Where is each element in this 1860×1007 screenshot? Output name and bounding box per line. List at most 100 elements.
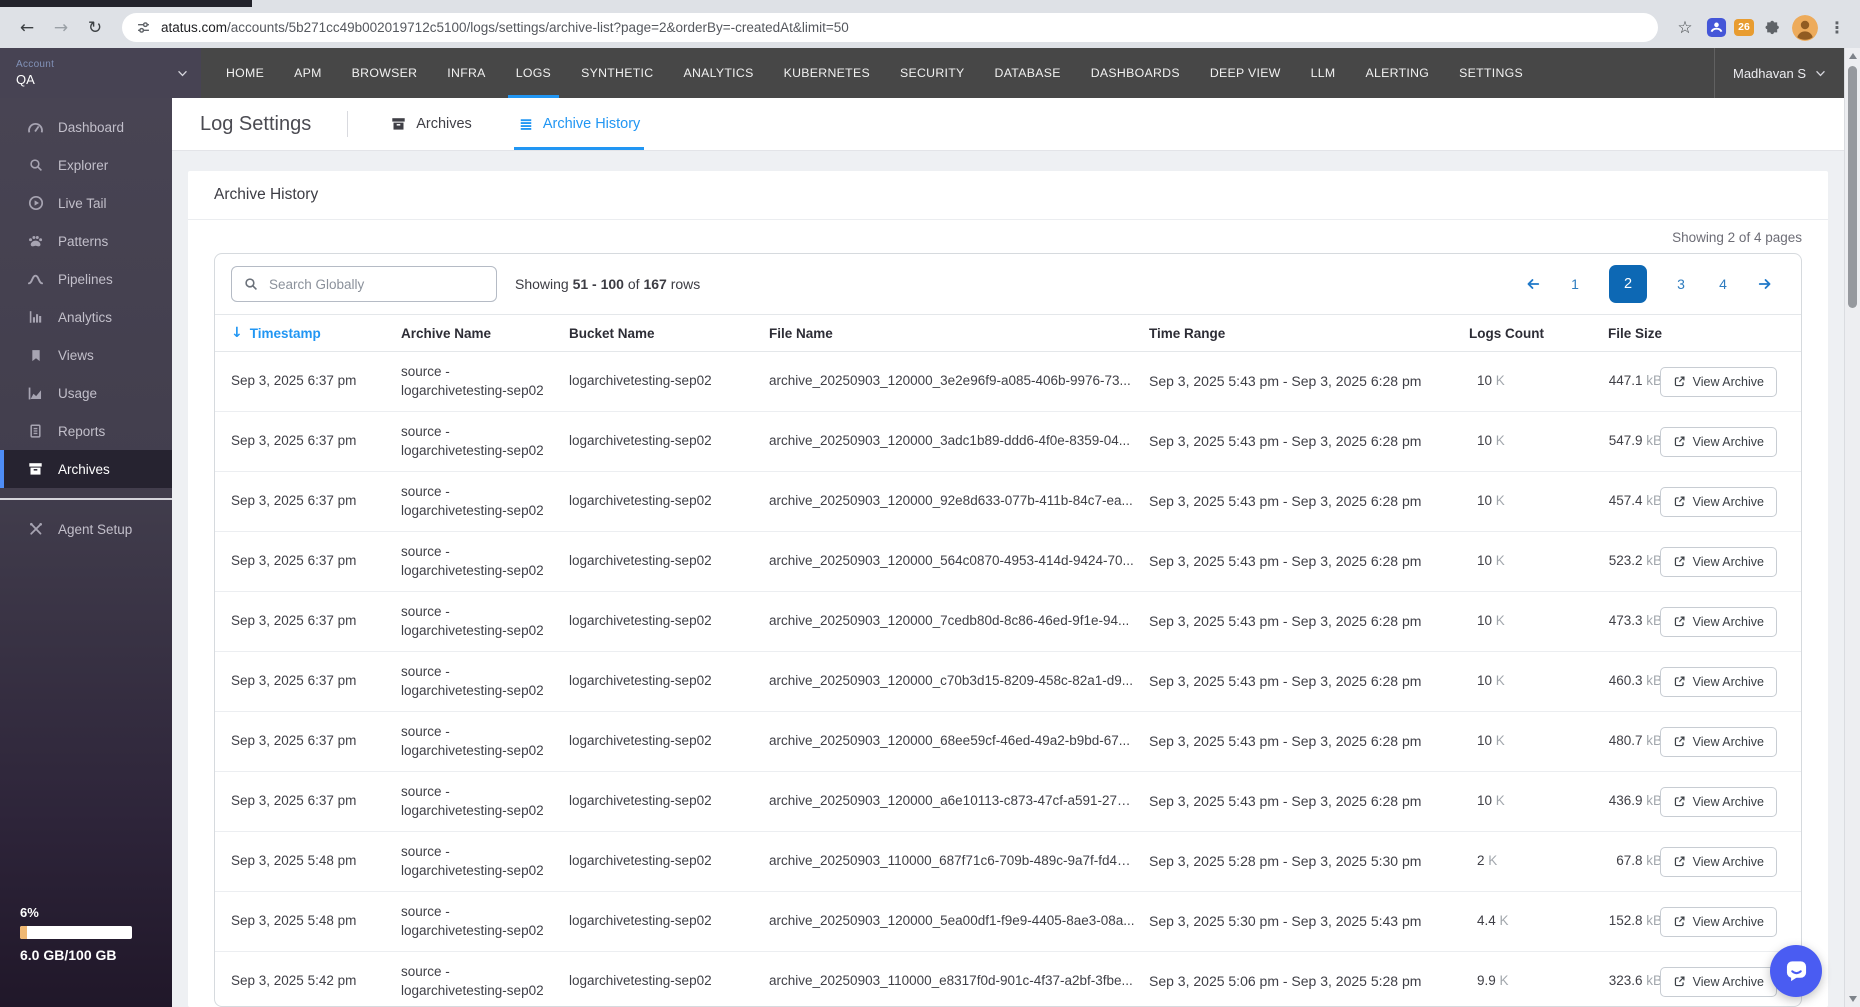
- nav-item-browser[interactable]: BROWSER: [337, 48, 433, 98]
- sidebar-item-patterns[interactable]: Patterns: [0, 222, 172, 260]
- area-chart-icon: [26, 385, 45, 402]
- scrollbar-up-arrow[interactable]: [1848, 53, 1857, 59]
- table-body: Sep 3, 2025 6:37 pm source - logarchivetes…: [215, 352, 1801, 1006]
- nav-item-kubernetes[interactable]: KUBERNETES: [769, 48, 885, 98]
- extension-icon[interactable]: [1704, 16, 1728, 40]
- tab-archives[interactable]: Archives: [390, 98, 472, 150]
- pagination-page-1[interactable]: 1: [1567, 276, 1583, 292]
- browser-menu-icon[interactable]: ⋮: [1826, 13, 1848, 43]
- sidebar-item-live-tail[interactable]: Live Tail: [0, 184, 172, 222]
- pagination-prev-icon[interactable]: [1525, 277, 1541, 291]
- nav-item-settings[interactable]: SETTINGS: [1444, 48, 1538, 98]
- scrollbar-thumb[interactable]: [1848, 66, 1857, 308]
- view-archive-button[interactable]: View Archive: [1659, 966, 1777, 997]
- view-archive-button[interactable]: View Archive: [1659, 786, 1777, 817]
- cell-actions: View Archive: [1659, 786, 1801, 817]
- pagination-page-2[interactable]: 2: [1609, 265, 1647, 303]
- cell-timestamp: Sep 3, 2025 5:42 pm: [231, 973, 357, 989]
- extensions-puzzle-icon[interactable]: [1760, 16, 1784, 40]
- pagination-page-4[interactable]: 4: [1715, 276, 1731, 292]
- column-timestamp[interactable]: ↓ Timestamp: [231, 325, 401, 341]
- sort-desc-icon: ↓: [231, 325, 243, 341]
- tab-archive-history[interactable]: Archive History: [513, 98, 644, 150]
- view-archive-button[interactable]: View Archive: [1659, 366, 1777, 397]
- browser-window: ← → ↻ atatus.com/accounts/5b271cc49b0020…: [0, 0, 1860, 1007]
- bookmark-star-icon[interactable]: ☆: [1670, 13, 1700, 43]
- sidebar-item-analytics[interactable]: Analytics: [0, 298, 172, 336]
- view-archive-button[interactable]: View Archive: [1659, 846, 1777, 877]
- view-archive-button[interactable]: View Archive: [1659, 606, 1777, 637]
- logs-count-unit: K: [1495, 973, 1509, 989]
- user-menu[interactable]: Madhavan S: [1714, 48, 1844, 98]
- file-size-value: 152.8: [1608, 913, 1643, 929]
- sidebar-item-pipelines[interactable]: Pipelines: [0, 260, 172, 298]
- column-timestamp-label: Timestamp: [249, 325, 321, 341]
- cell-actions: View Archive: [1659, 366, 1801, 397]
- logs-count-unit: K: [1492, 433, 1505, 449]
- global-search[interactable]: [231, 266, 497, 302]
- site-info-icon[interactable]: [136, 20, 151, 35]
- archive-name-line1: source -: [401, 484, 450, 500]
- archive-name-line2: logarchivetesting-sep02: [401, 382, 544, 398]
- sidebar-item-views[interactable]: Views: [0, 336, 172, 374]
- logs-count-unit: K: [1492, 673, 1505, 689]
- search-input[interactable]: [267, 275, 484, 293]
- logs-count-value: 10: [1477, 373, 1493, 389]
- cell-timestamp: Sep 3, 2025 6:37 pm: [231, 433, 357, 449]
- cell-time-range: Sep 3, 2025 5:43 pm - Sep 3, 2025 6:28 p…: [1149, 493, 1422, 510]
- section-title: Archive History: [188, 171, 1828, 220]
- sidebar-item-label: Live Tail: [58, 195, 107, 211]
- sidebar-item-dashboard[interactable]: Dashboard: [0, 108, 172, 146]
- chat-widget-button[interactable]: [1770, 945, 1822, 997]
- nav-item-dashboards[interactable]: DASHBOARDS: [1076, 48, 1195, 98]
- cell-file-name: archive_20250903_110000_e8317f0d-901c-4f…: [769, 973, 1133, 989]
- nav-item-apm[interactable]: APM: [279, 48, 337, 98]
- table-row: Sep 3, 2025 6:37 pm source - logarchivetes…: [215, 532, 1801, 592]
- browser-profile-avatar[interactable]: [1792, 14, 1818, 41]
- archive-name-line2: logarchivetesting-sep02: [401, 562, 544, 578]
- view-archive-label: View Archive: [1692, 974, 1764, 989]
- view-archive-button[interactable]: View Archive: [1659, 426, 1777, 457]
- sidebar-item-agent-setup[interactable]: Agent Setup: [0, 510, 172, 548]
- pagination-next-icon[interactable]: [1757, 277, 1773, 291]
- scrollbar-down-arrow[interactable]: [1848, 996, 1857, 1002]
- view-archive-button[interactable]: View Archive: [1659, 666, 1777, 697]
- view-archive-button[interactable]: View Archive: [1659, 486, 1777, 517]
- table-row: Sep 3, 2025 6:37 pm source - logarchivetes…: [215, 712, 1801, 772]
- account-switcher[interactable]: Account QA: [0, 48, 201, 98]
- pagination-page-3[interactable]: 3: [1673, 276, 1689, 292]
- nav-item-deep-view[interactable]: DEEP VIEW: [1195, 48, 1296, 98]
- table-row: Sep 3, 2025 6:37 pm source - logarchivetes…: [215, 472, 1801, 532]
- view-archive-button[interactable]: View Archive: [1659, 546, 1777, 577]
- extension-badge-icon[interactable]: 26: [1732, 16, 1756, 40]
- sidebar-item-explorer[interactable]: Explorer: [0, 146, 172, 184]
- nav-item-alerting[interactable]: ALERTING: [1350, 48, 1444, 98]
- nav-item-security[interactable]: SECURITY: [885, 48, 980, 98]
- reload-button[interactable]: ↻: [80, 13, 110, 43]
- usage-bar-fill: [20, 926, 27, 939]
- view-archive-button[interactable]: View Archive: [1659, 726, 1777, 757]
- nav-item-analytics[interactable]: ANALYTICS: [668, 48, 768, 98]
- view-archive-button[interactable]: View Archive: [1659, 906, 1777, 937]
- back-button[interactable]: ←: [12, 13, 42, 43]
- url-path: /accounts/5b271cc49b002019712c5100/logs/…: [227, 20, 849, 35]
- external-link-icon: [1673, 735, 1686, 748]
- external-link-icon: [1673, 435, 1686, 448]
- browser-scrollbar[interactable]: [1844, 48, 1860, 1007]
- logs-count-value: 9.9: [1477, 973, 1496, 989]
- nav-item-logs[interactable]: LOGS: [501, 48, 566, 98]
- sidebar-item-reports[interactable]: Reports: [0, 412, 172, 450]
- list-icon: [518, 117, 534, 132]
- nav-item-home[interactable]: HOME: [211, 48, 279, 98]
- sidebar-item-usage[interactable]: Usage: [0, 374, 172, 412]
- nav-item-synthetic[interactable]: SYNTHETIC: [566, 48, 668, 98]
- forward-button[interactable]: →: [46, 13, 76, 43]
- archive-name-line2: logarchivetesting-sep02: [401, 862, 544, 878]
- table-controls: Showing 51 - 100 of 167 rows 1 2 3 4: [215, 254, 1801, 314]
- sidebar-item-archives[interactable]: Archives: [0, 450, 172, 488]
- nav-item-infra[interactable]: INFRA: [432, 48, 500, 98]
- nav-item-database[interactable]: DATABASE: [980, 48, 1076, 98]
- archive-name-line1: source -: [401, 664, 450, 680]
- url-bar[interactable]: atatus.com/accounts/5b271cc49b002019712c…: [122, 13, 1658, 42]
- nav-item-llm[interactable]: LLM: [1296, 48, 1351, 98]
